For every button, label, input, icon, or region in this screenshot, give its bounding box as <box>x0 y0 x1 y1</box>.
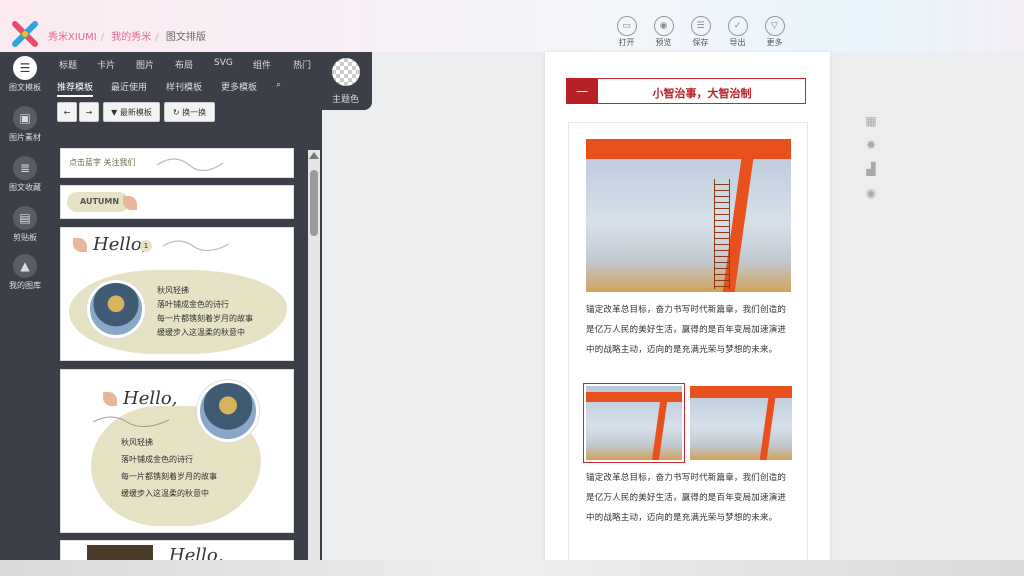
collection-icon: ≣ <box>13 156 37 180</box>
template-list: 点击蓝字 关注我们 AUTUMN Hello, 1 秋风轻拂 落叶铺成金色的诗行… <box>60 148 296 576</box>
crane-beam <box>586 139 791 159</box>
title-tab-decoration: — <box>566 78 598 104</box>
theme-color-label: 主题色 <box>332 95 360 105</box>
article-title: 小智治事，大智治制 <box>652 87 752 100</box>
check-icon: ✓ <box>727 16 748 36</box>
squiggle-decoration <box>92 416 170 427</box>
squiggle-decoration <box>162 240 230 252</box>
template-hello-1[interactable]: Hello, 1 秋风轻拂 落叶铺成金色的诗行 每一片都镌刻着岁月的故事 缓缓步… <box>60 227 294 361</box>
leaf-icon <box>123 196 137 210</box>
category-title[interactable]: 标题 <box>59 58 77 71</box>
template-hello-2[interactable]: Hello, 秋风轻拂 落叶铺成金色的诗行 每一片都镌刻着岁月的故事 缓缓步入这… <box>60 369 294 533</box>
category-hot[interactable]: 热门 <box>293 58 311 71</box>
crane-beam <box>586 392 682 402</box>
rail-item-images[interactable]: ▣ 图片素材 <box>0 106 50 143</box>
portrait-image <box>87 280 145 338</box>
menu-icon: ☰ <box>13 56 37 80</box>
folder-icon: ▭ <box>616 16 637 36</box>
gallery-icon: ▲ <box>13 254 37 278</box>
leaf-icon <box>103 392 117 406</box>
grid-icon[interactable]: ▦ <box>864 114 878 128</box>
open-button[interactable]: ▭ 打开 <box>608 16 645 48</box>
scrollbar-thumb[interactable] <box>310 170 318 236</box>
forward-arrow-icon[interactable]: → <box>79 102 99 122</box>
preview-icon: ◉ <box>653 16 674 36</box>
tab-sample[interactable]: 样刊模板 <box>166 80 202 93</box>
eye-icon[interactable]: ◉ <box>864 186 878 200</box>
rail-item-clipboard[interactable]: ▤ 剪贴板 <box>0 206 50 243</box>
portrait-image <box>197 380 259 442</box>
tab-recommended[interactable]: 推荐模板 <box>57 80 94 97</box>
scroll-up-icon[interactable] <box>309 152 319 159</box>
right-toolbar: ▦ ✹ ▟ ◉ <box>864 114 878 210</box>
crane-ladder <box>714 179 730 289</box>
save-button[interactable]: ☰ 保存 <box>682 16 719 48</box>
xiumi-logo-icon[interactable] <box>11 20 39 48</box>
category-layout[interactable]: 布局 <box>175 58 193 71</box>
clipboard-icon: ▤ <box>13 206 37 230</box>
export-button[interactable]: ✓ 导出 <box>719 16 756 48</box>
rail-item-gallery[interactable]: ▲ 我的图库 <box>0 254 50 291</box>
article-title-block[interactable]: — 小智治事，大智治制 <box>566 78 806 104</box>
preview-button[interactable]: ◉ 预览 <box>645 16 682 48</box>
article-paragraph-2[interactable]: 锚定改革总目标，奋力书写时代新篇章，我们创造的是亿万人民的美好生活，赢得的是百年… <box>586 468 792 528</box>
tab-recent[interactable]: 最近使用 <box>111 80 147 93</box>
category-card[interactable]: 卡片 <box>97 58 115 71</box>
poem-text: 秋风轻拂 落叶铺成金色的诗行 每一片都镌刻着岁月的故事 缓缓步入这温柔的秋意中 <box>121 438 217 498</box>
gear-icon[interactable]: ✹ <box>864 138 878 152</box>
poem-text: 秋风轻拂 落叶铺成金色的诗行 每一片都镌刻着岁月的故事 缓缓步入这温柔的秋意中 <box>157 286 253 337</box>
shuffle-button[interactable]: ↻ 换一换 <box>164 102 215 122</box>
more-button[interactable]: ▽ 更多 <box>756 16 793 48</box>
category-image[interactable]: 图片 <box>136 58 154 71</box>
top-bar: 秀米XIUMI / 我的秀米 / 图文排版 ▭ 打开 ◉ 预览 ☰ 保存 ✓ 导出 ▽ 更多 <box>0 0 1024 52</box>
image-icon: ▣ <box>13 106 37 130</box>
save-icon: ☰ <box>690 16 711 36</box>
crane-beam <box>690 386 792 398</box>
bottom-strip <box>0 560 1024 576</box>
toolbar: ▭ 打开 ◉ 预览 ☰ 保存 ✓ 导出 ▽ 更多 <box>608 16 793 48</box>
template-follow[interactable]: 点击蓝字 关注我们 <box>60 148 294 178</box>
newest-templates-button[interactable]: ▼ 最新模板 <box>103 102 160 122</box>
filter-icon: ▼ <box>111 107 118 117</box>
breadcrumb-home[interactable]: 秀米XIUMI <box>48 32 97 43</box>
crane-photo-main[interactable] <box>586 139 791 292</box>
tab-more[interactable]: 更多模板 <box>221 80 257 93</box>
breadcrumb: 秀米XIUMI / 我的秀米 / 图文排版 <box>48 32 206 43</box>
crane-photo-left[interactable] <box>583 383 685 463</box>
article-paragraph-1[interactable]: 锚定改革总目标，奋力书写时代新篇章，我们创造的是亿万人民的美好生活，赢得的是百年… <box>586 300 792 360</box>
rail-item-collection[interactable]: ≣ 图文收藏 <box>0 156 50 193</box>
bar-chart-icon[interactable]: ▟ <box>864 162 878 176</box>
category-svg[interactable]: SVG <box>214 58 233 68</box>
category-component[interactable]: 组件 <box>253 58 271 71</box>
refresh-icon: ↻ <box>172 107 180 117</box>
back-arrow-icon[interactable]: ← <box>57 102 77 122</box>
chevron-down-icon: ▽ <box>764 16 785 36</box>
leaf-icon <box>73 238 87 252</box>
breadcrumb-my-xiumi[interactable]: 我的秀米 <box>111 32 151 43</box>
template-autumn[interactable]: AUTUMN <box>60 185 294 219</box>
rail-item-templates[interactable]: ☰ 图文模板 <box>0 56 50 93</box>
squiggle-decoration <box>156 158 224 171</box>
crane-leg <box>759 398 776 460</box>
search-icon[interactable]: ⌕ <box>276 80 281 90</box>
breadcrumb-current: 图文排版 <box>165 32 206 43</box>
theme-color-swatch[interactable] <box>332 58 360 86</box>
crane-photo-right[interactable] <box>690 386 792 460</box>
crane-leg <box>651 402 668 460</box>
